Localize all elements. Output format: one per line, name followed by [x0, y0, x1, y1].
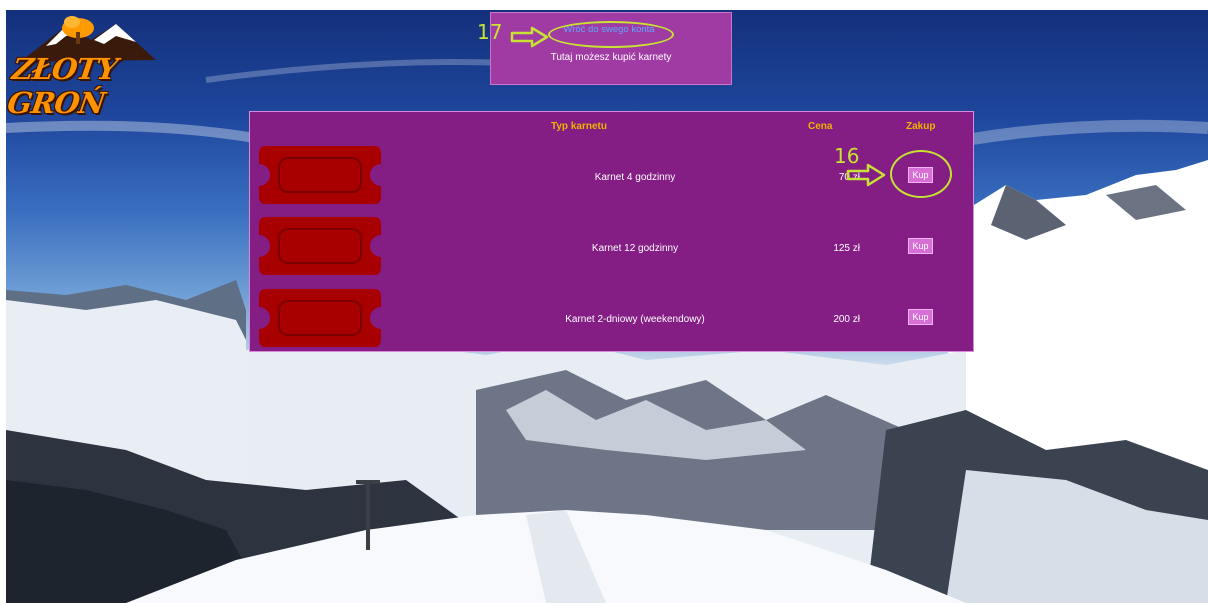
annotation-ellipse-buy	[890, 150, 952, 198]
ticket-icon	[257, 217, 383, 275]
annotation-arrow-icon	[510, 26, 549, 48]
annotation-label-back: 17	[477, 20, 503, 44]
pass-price: 125 zł	[833, 243, 860, 254]
column-header-buy: Zakup	[906, 121, 936, 132]
logo-text: ZŁOTY GROŃ	[5, 52, 120, 120]
annotation-arrow-icon	[846, 163, 886, 187]
ticket-icon	[257, 289, 383, 347]
ski-pass-table: Typ karnetu Cena Zakup Karnet 4 godzinny…	[249, 111, 974, 352]
page-subtitle: Tutaj możesz kupić karnety	[550, 52, 672, 63]
pass-price: 200 zł	[833, 314, 860, 325]
ticket-icon	[257, 146, 383, 204]
annotation-ellipse-back	[548, 21, 674, 48]
buy-button[interactable]: Kup	[908, 309, 933, 325]
column-header-price: Cena	[808, 121, 833, 132]
column-header-type: Typ karnetu	[551, 121, 607, 132]
buy-button[interactable]: Kup	[908, 238, 933, 254]
zloty-gron-logo: ZŁOTY GROŃ	[5, 10, 191, 120]
